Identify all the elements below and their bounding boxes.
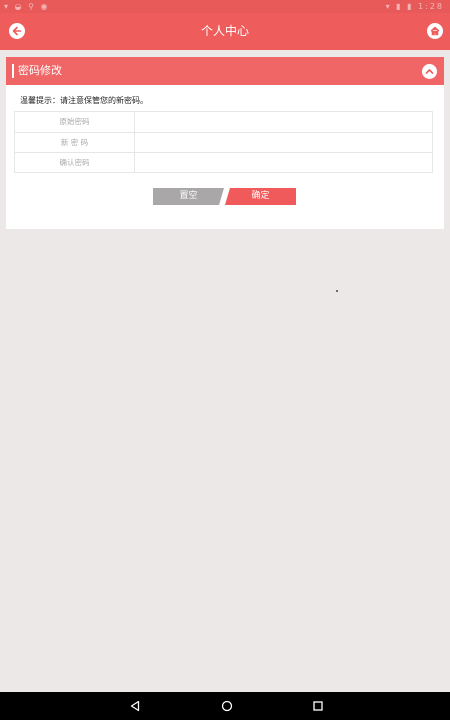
password-form: 原始密码 新 密 码 确认密码 [14, 111, 433, 173]
chevron-up-icon [425, 69, 434, 74]
nav-recent-button[interactable] [310, 698, 326, 714]
new-password-input[interactable] [136, 134, 430, 151]
section-title: 密码修改 [18, 64, 62, 77]
collapse-button[interactable] [422, 64, 437, 79]
old-password-label: 原始密码 [15, 112, 135, 132]
stray-dot [336, 290, 338, 292]
password-card: 密码修改 温馨提示：请注意保管您的新密码。 原始密码 新 密 码 确认密码 置空… [6, 57, 444, 229]
square-recent-icon [313, 701, 323, 711]
nav-back-button[interactable] [127, 698, 143, 714]
confirm-password-input[interactable] [136, 154, 430, 171]
section-accent-bar [12, 64, 14, 78]
form-row-new-password: 新 密 码 [15, 132, 432, 152]
old-password-input[interactable] [136, 113, 430, 130]
form-row-old-password: 原始密码 [15, 112, 432, 132]
nav-home-button[interactable] [219, 698, 235, 714]
tip-text: 温馨提示：请注意保管您的新密码。 [20, 96, 148, 105]
new-password-label: 新 密 码 [15, 133, 135, 152]
page-title: 个人中心 [200, 24, 249, 38]
app-header: 个人中心 [0, 13, 450, 50]
status-bar: ▾ ◒ ⚲ ◉ ▾ ▮ ▮ 1:28 [0, 0, 450, 13]
circle-home-icon [221, 700, 233, 712]
home-button[interactable] [427, 23, 443, 39]
status-right-icons: ▾ ▮ ▮ 1:28 [385, 2, 444, 11]
system-nav-bar [0, 692, 450, 720]
triangle-back-icon [130, 700, 140, 712]
reset-button[interactable]: 置空 [153, 188, 224, 205]
confirm-password-label: 确认密码 [15, 153, 135, 172]
home-icon [430, 26, 440, 36]
confirm-button[interactable]: 确定 [225, 188, 296, 205]
section-header[interactable]: 密码修改 [6, 57, 444, 85]
status-left-icons: ▾ ◒ ⚲ ◉ [4, 2, 50, 11]
form-row-confirm-password: 确认密码 [15, 152, 432, 172]
